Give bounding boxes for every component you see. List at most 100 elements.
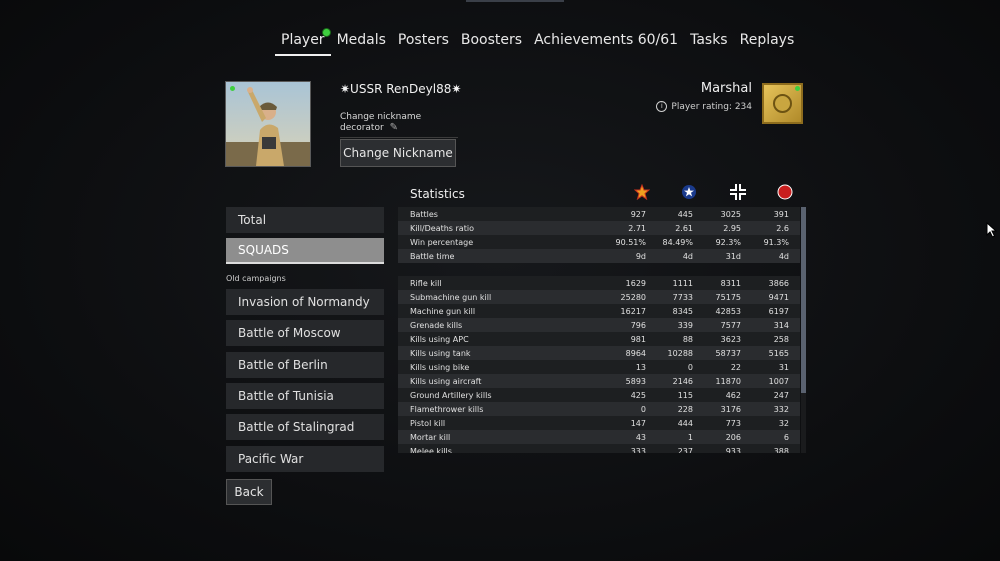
stat-value: 6 xyxy=(783,432,789,442)
stat-label: Kills using tank xyxy=(410,348,471,358)
back-button[interactable]: Back xyxy=(226,479,272,505)
stat-value: 3025 xyxy=(720,209,741,219)
table-row: Kill/Deaths ratio 2.71 2.61 2.95 2.6 xyxy=(398,221,800,235)
stat-value: 58737 xyxy=(715,348,741,358)
table-row: Submachine gun kill 25280 7733 75175 9471 xyxy=(398,290,800,304)
table-row: Ground Artillery kills 425 115 462 247 xyxy=(398,388,800,402)
tab-achievements[interactable]: Achievements 60/61 xyxy=(528,30,684,56)
stat-value: 16217 xyxy=(620,306,646,316)
stat-value: 927 xyxy=(630,209,646,219)
tab-label: Replays xyxy=(739,32,795,48)
rating-text: Player rating: 234 xyxy=(671,101,752,112)
stat-value: 444 xyxy=(677,418,693,428)
table-row: Kills using aircraft 5893 2146 11870 1007 xyxy=(398,374,800,388)
stat-value: 1111 xyxy=(672,278,693,288)
tab-medals[interactable]: Medals xyxy=(331,30,392,56)
statistics-title: Statistics xyxy=(410,187,465,201)
tab-player[interactable]: Player xyxy=(275,28,331,56)
stat-value: 75175 xyxy=(715,292,741,302)
player-rating: i Player rating: 234 xyxy=(656,101,752,112)
main-tabs: Player Medals Posters Boosters Achieveme… xyxy=(275,28,801,56)
stat-value: 3623 xyxy=(720,334,741,344)
table-row: Kills using tank 8964 10288 58737 5165 xyxy=(398,346,800,360)
stat-value: 92.3% xyxy=(715,237,741,247)
stat-value: 2.61 xyxy=(675,223,693,233)
stat-value: 9471 xyxy=(768,292,789,302)
stat-value: 25280 xyxy=(620,292,646,302)
table-row: Grenade kills 796 339 7577 314 xyxy=(398,318,800,332)
stat-value: 31d xyxy=(725,251,741,261)
menu-total[interactable]: Total xyxy=(226,207,384,233)
stat-value: 445 xyxy=(677,209,693,219)
rank-title: Marshal xyxy=(700,81,752,96)
tab-replays[interactable]: Replays xyxy=(734,30,801,56)
menu-pacific-war[interactable]: Pacific War xyxy=(226,446,384,472)
pencil-icon: ✎ xyxy=(389,122,399,133)
menu-invasion-of-normandy[interactable]: Invasion of Normandy xyxy=(226,289,384,315)
stat-value: 6197 xyxy=(768,306,789,316)
stat-label: Pistol kill xyxy=(410,418,446,428)
stats-scrollbar-thumb[interactable] xyxy=(801,207,806,393)
table-row: Kills using APC 981 88 3623 258 xyxy=(398,332,800,346)
menu-battle-of-tunisia[interactable]: Battle of Tunisia xyxy=(226,383,384,409)
table-row: Battle time 9d 4d 31d 4d xyxy=(398,249,800,263)
tab-label: Medals xyxy=(336,32,386,48)
info-icon[interactable]: i xyxy=(656,101,668,112)
stat-value: 247 xyxy=(773,390,789,400)
stat-value: 11870 xyxy=(715,376,741,386)
tab-posters[interactable]: Posters xyxy=(392,30,455,56)
stat-value: 339 xyxy=(677,320,693,330)
stat-value: 7733 xyxy=(672,292,693,302)
stat-label: Mortar kill xyxy=(410,432,451,442)
player-avatar[interactable] xyxy=(225,81,311,167)
stat-value: 206 xyxy=(725,432,741,442)
tab-tasks[interactable]: Tasks xyxy=(684,30,734,56)
japan-circle-icon xyxy=(777,184,793,200)
stat-value: 32 xyxy=(778,418,789,428)
table-row: Melee kills 333 237 933 388 xyxy=(398,444,800,453)
stat-label: Melee kills xyxy=(410,446,452,454)
rank-badge-icon[interactable] xyxy=(762,83,803,124)
tab-label: Posters xyxy=(397,32,449,48)
stat-value: 9d xyxy=(635,251,646,261)
mouse-cursor-icon xyxy=(986,221,998,242)
stat-value: 796 xyxy=(630,320,646,330)
stat-value: 933 xyxy=(725,446,741,454)
stat-value: 115 xyxy=(677,390,693,400)
table-row: Win percentage 90.51% 84.49% 92.3% 91.3% xyxy=(398,235,800,249)
stat-value: 258 xyxy=(773,334,789,344)
stat-value: 332 xyxy=(773,404,789,414)
stat-value: 773 xyxy=(725,418,741,428)
menu-battle-of-berlin[interactable]: Battle of Berlin xyxy=(226,352,384,378)
tab-boosters[interactable]: Boosters xyxy=(455,30,528,56)
stat-label: Flamethrower kills xyxy=(410,404,484,414)
change-nickname-button[interactable]: Change Nickname xyxy=(340,139,456,167)
stat-value: 2.71 xyxy=(628,223,646,233)
stat-value: 22 xyxy=(730,362,741,372)
stat-value: 42853 xyxy=(715,306,741,316)
change-nickname-decorator-link[interactable]: Change nickname decorator ✎ xyxy=(340,112,458,138)
old-campaigns-label: Old campaigns xyxy=(226,274,286,283)
stat-value: 7577 xyxy=(720,320,741,330)
menu-squads[interactable]: SQUADS xyxy=(226,238,384,264)
table-row: Rifle kill 1629 1111 8311 3866 xyxy=(398,276,800,290)
tab-label: Boosters xyxy=(460,32,523,48)
table-row: Machine gun kill 16217 8345 42853 6197 xyxy=(398,304,800,318)
stat-value: 981 xyxy=(630,334,646,344)
stat-value: 8964 xyxy=(625,348,646,358)
stat-value: 3866 xyxy=(768,278,789,288)
stat-value: 425 xyxy=(630,390,646,400)
stat-label: Kills using bike xyxy=(410,362,470,372)
table-row: Battles 927 445 3025 391 xyxy=(398,207,800,221)
stat-value: 4d xyxy=(778,251,789,261)
tab-label: Player xyxy=(281,32,325,48)
stat-value: 4d xyxy=(682,251,693,261)
decorator-label: Change nickname decorator xyxy=(340,112,422,133)
table-row: Mortar kill 43 1 206 6 xyxy=(398,430,800,444)
stat-label: Grenade kills xyxy=(410,320,463,330)
stat-value: 90.51% xyxy=(615,237,646,247)
menu-battle-of-stalingrad[interactable]: Battle of Stalingrad xyxy=(226,414,384,440)
menu-battle-of-moscow[interactable]: Battle of Moscow xyxy=(226,320,384,346)
tab-label: Achievements 60/61 xyxy=(534,32,679,48)
stat-value: 388 xyxy=(773,446,789,454)
